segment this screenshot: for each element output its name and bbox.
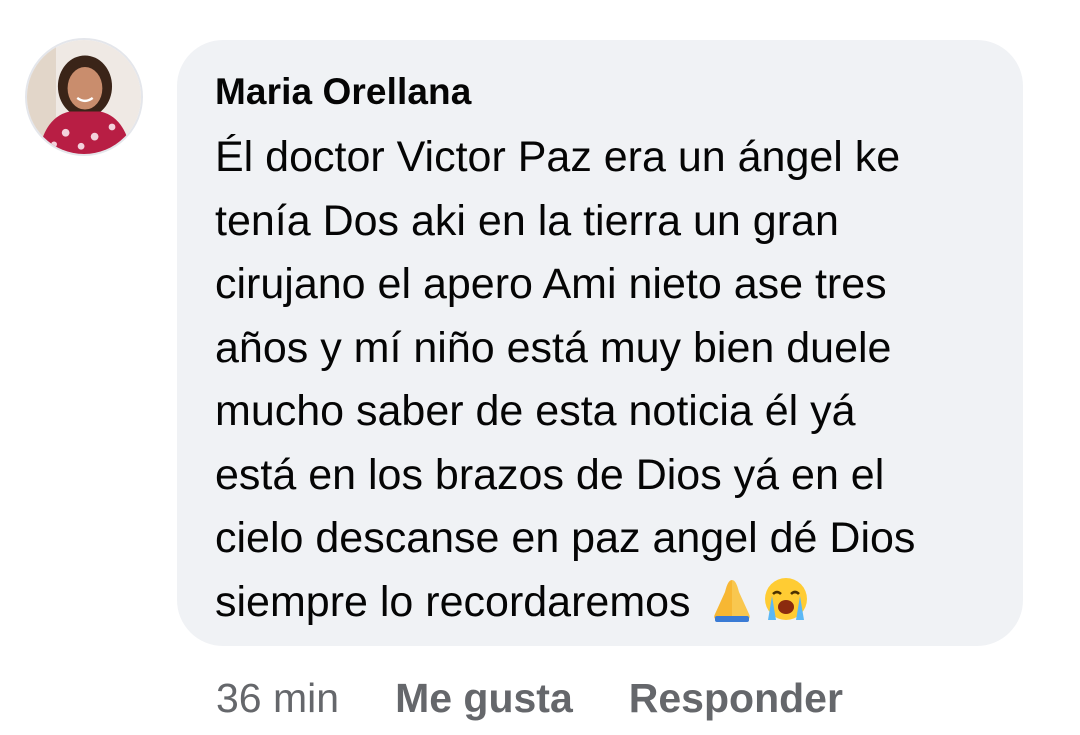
like-button[interactable]: Me gusta [395, 675, 573, 722]
folded-hands-icon [707, 574, 757, 624]
loudly-crying-face-icon [761, 574, 811, 624]
comment-text: Él doctor Victor Paz era un ángel ke ten… [215, 126, 1005, 634]
comment-line: tenía Dos aki en la tierra un gran [215, 196, 839, 245]
comment-author[interactable]: Maria Orellana [215, 68, 993, 116]
profile-photo [27, 40, 141, 154]
comment-line: cielo descanse en paz angel dé Dios [215, 514, 916, 562]
comment-line: mucho saber de esta noticia él yá [215, 387, 856, 435]
comment-line: cirujano el apero Ami nieto ase tres [215, 260, 887, 308]
comment-line: años y mí niño está muy bien duele [215, 323, 892, 372]
comment-actions: 36 min Me gusta Responder [216, 668, 899, 728]
comment-line: está en los brazos de Dios yá en el [215, 450, 885, 499]
comment-line: siempre lo recordaremos [215, 577, 691, 626]
comment: Maria Orellana Él doctor Victor Paz era … [0, 0, 1080, 735]
avatar[interactable] [25, 38, 143, 156]
comment-timestamp: 36 min [216, 674, 340, 721]
comment-line: Él doctor Victor Paz era un ángel ke [215, 133, 901, 181]
comment-bubble: Maria Orellana Él doctor Victor Paz era … [177, 40, 1023, 646]
reply-button[interactable]: Responder [629, 675, 843, 722]
